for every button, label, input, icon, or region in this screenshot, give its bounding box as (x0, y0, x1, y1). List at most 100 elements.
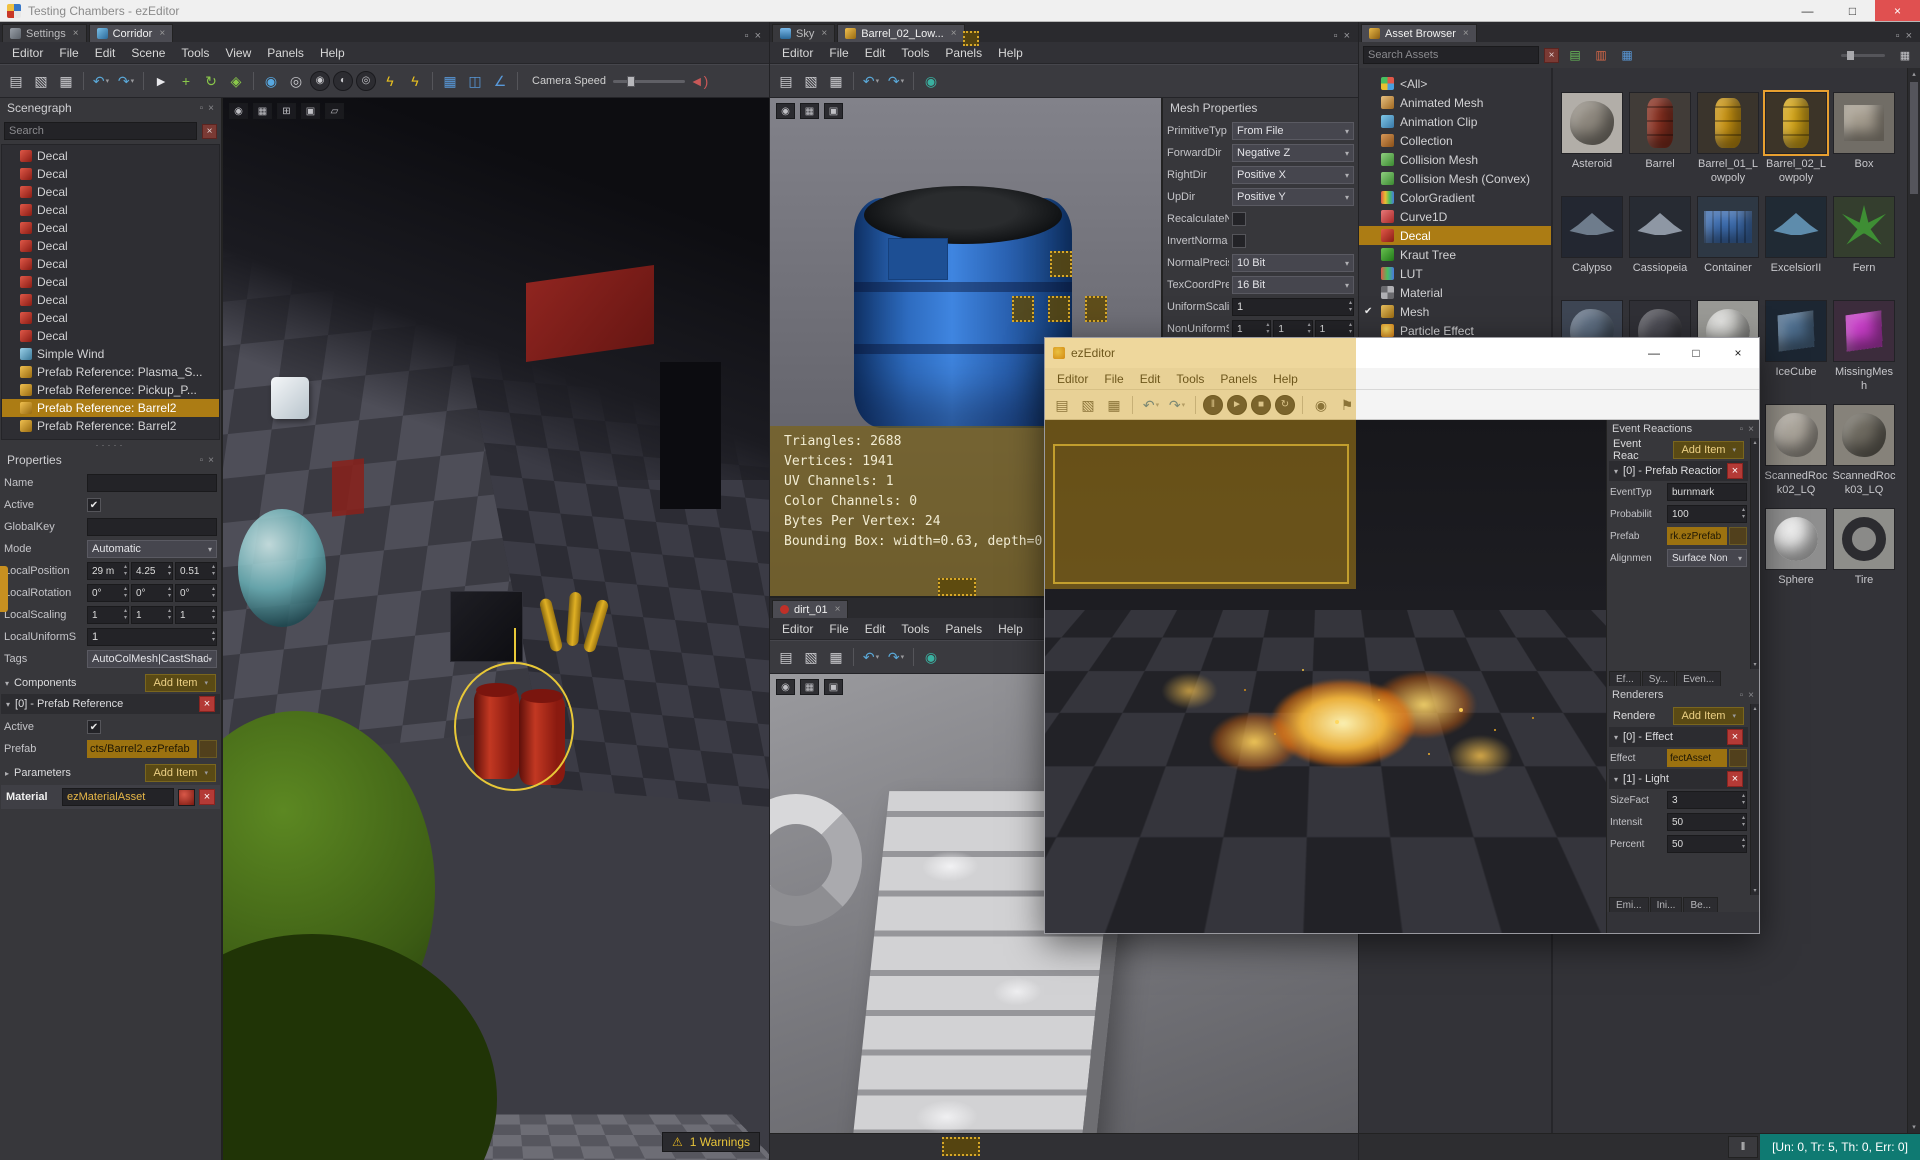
menu-view[interactable]: View (217, 42, 259, 63)
close-tab-icon[interactable]: × (835, 604, 841, 615)
rightdir-select[interactable]: Positive X ▾ (1232, 166, 1354, 184)
menu-edit[interactable]: Edit (1132, 368, 1169, 389)
redo-icon[interactable]: ↷ ▾ (885, 69, 907, 93)
close-icon[interactable]: × (1906, 30, 1912, 42)
spinner-arrows[interactable]: ▴ ▾ (1742, 507, 1745, 521)
tab-dirt-01[interactable]: dirt_01 × (772, 600, 849, 618)
mode-select[interactable]: Automatic ▾ (87, 540, 217, 558)
panel-tab-sy[interactable]: Sy... (1641, 671, 1676, 686)
updir-select[interactable]: Positive Y ▾ (1232, 188, 1354, 206)
sizefact-input[interactable]: 3 ▴ ▾ (1667, 791, 1747, 809)
spinner-arrows[interactable]: ▴ ▾ (124, 586, 127, 600)
asset-tile-excelsiorii[interactable]: ExcelsiorII (1763, 196, 1829, 300)
prefab-browse-button[interactable] (199, 740, 217, 758)
remove-item-button[interactable]: × (1727, 729, 1743, 745)
snap-angle-icon[interactable]: ∠ (489, 69, 511, 93)
undock-icon[interactable]: ▫ (200, 455, 204, 466)
undo-icon[interactable]: ↶ ▾ (1140, 393, 1162, 417)
panel-tab-ef[interactable]: Ef... (1609, 671, 1641, 686)
undo-icon[interactable]: ↶ ▾ (860, 69, 882, 93)
asset-tile-sphere[interactable]: Sphere (1763, 508, 1829, 612)
panel-tab-even[interactable]: Even... (1676, 671, 1722, 686)
close-tab-icon[interactable]: × (1463, 28, 1469, 39)
spinner-arrows[interactable]: ▴ ▾ (1349, 322, 1352, 336)
undock-icon[interactable]: ▫ (1740, 690, 1744, 701)
scroll-up-icon[interactable]: ▴ (1908, 68, 1920, 80)
asset-type-colorgradient[interactable]: ColorGradient (1359, 188, 1551, 207)
undock-icon[interactable]: ▫ (1896, 30, 1900, 42)
scenegraph-item[interactable]: Prefab Reference: Barrel2 (2, 399, 219, 417)
nonuniforms-x-input[interactable]: 1 ▴ ▾ (1232, 320, 1272, 338)
menu-panels[interactable]: Panels (1212, 368, 1265, 389)
normalprecis-select[interactable]: 10 Bit ▾ (1232, 254, 1354, 272)
render-mode-icon[interactable]: ▣ (824, 679, 843, 695)
pause-scene-icon[interactable]: ◐ (333, 71, 353, 91)
asset-tile-missingmesh[interactable]: MissingMesh (1831, 300, 1897, 404)
minimize-button[interactable]: — (1633, 338, 1675, 368)
menu-edit[interactable]: Edit (857, 42, 894, 63)
localrotation-y-input[interactable]: 0° ▴ ▾ (131, 584, 173, 602)
collapse-icon[interactable]: ▾ (1614, 775, 1618, 784)
menu-help[interactable]: Help (990, 618, 1031, 639)
asset-tile-scannedrock02-lq[interactable]: ScannedRock02_LQ (1763, 404, 1829, 508)
collapsed-panel-tab[interactable] (0, 566, 8, 612)
new-asset-icon[interactable]: ▤ (1564, 43, 1586, 67)
panel-tab-emi[interactable]: Emi... (1609, 897, 1649, 912)
eventtyp-input[interactable]: burnmark (1667, 483, 1747, 501)
asset-type-kraut-tree[interactable]: Kraut Tree (1359, 245, 1551, 264)
renderer-group-header[interactable]: ▾ [0] - Effect × (1609, 727, 1748, 747)
asset-tile-box[interactable]: Box (1831, 92, 1897, 196)
camera-icon[interactable]: ◉ (229, 103, 248, 119)
menu-scene[interactable]: Scene (123, 42, 173, 63)
remove-material-button[interactable]: × (199, 789, 215, 805)
asset-type-lut[interactable]: LUT (1359, 264, 1551, 283)
save-document-icon[interactable]: ▦ (1103, 393, 1125, 417)
maximize-viewport-icon[interactable]: ⊞ (277, 103, 296, 119)
lightning-icon[interactable]: ϟ (379, 69, 401, 93)
new-document-icon[interactable]: ▤ (775, 69, 797, 93)
collapse-icon[interactable]: ▾ (6, 700, 10, 709)
prefab-reaction-group-header[interactable]: ▾ [0] - Prefab Reaction × (1609, 461, 1748, 481)
new-document-icon[interactable]: ▤ (1051, 393, 1073, 417)
menu-help[interactable]: Help (312, 42, 353, 63)
remove-item-button[interactable]: × (1727, 463, 1743, 479)
close-icon[interactable]: × (755, 30, 761, 42)
grid-toggle-icon[interactable]: ▦ (253, 103, 272, 119)
open-document-icon[interactable]: ▧ (1077, 393, 1099, 417)
alignmen-select[interactable]: Surface Non ▾ (1667, 549, 1747, 567)
slider-thumb[interactable] (1847, 50, 1854, 60)
restart-simulation-icon[interactable]: ↻ (1275, 394, 1295, 415)
close-icon[interactable]: × (208, 455, 214, 466)
menu-edit[interactable]: Edit (87, 42, 124, 63)
camera-speed-slider[interactable] (613, 75, 685, 87)
globe-icon[interactable]: ◉ (920, 69, 942, 93)
asset-grid-scrollbar[interactable]: ▴ ▾ (1907, 68, 1920, 1133)
menu-editor[interactable]: Editor (4, 42, 51, 63)
spinner-arrows[interactable]: ▴ ▾ (1266, 322, 1269, 336)
tab-sky[interactable]: Sky × (772, 24, 836, 42)
panel-tab-be[interactable]: Be... (1683, 897, 1719, 912)
grid-view-icon[interactable]: ▦ (1894, 43, 1916, 67)
menu-tools[interactable]: Tools (1168, 368, 1212, 389)
renderer-group-header[interactable]: ▾ [1] - Light × (1609, 769, 1748, 789)
collapse-icon[interactable]: ▾ (5, 679, 9, 688)
localscaling-z-input[interactable]: 1 ▴ ▾ (175, 606, 217, 624)
asset-type-collection[interactable]: Collection (1359, 131, 1551, 150)
texcoordpre-select[interactable]: 16 Bit ▾ (1232, 276, 1354, 294)
scenegraph-item[interactable]: Decal (2, 201, 219, 219)
panel-tab-ini[interactable]: Ini... (1649, 897, 1683, 912)
menu-editor[interactable]: Editor (1049, 368, 1096, 389)
open-document-icon[interactable]: ▧ (800, 645, 822, 669)
import-asset-icon[interactable]: ▥ (1590, 43, 1612, 67)
asset-type-mesh[interactable]: ✔ Mesh (1359, 302, 1551, 321)
new-document-icon[interactable]: ▤ (5, 69, 27, 93)
spinner-arrows[interactable]: ▴ ▾ (212, 564, 215, 578)
redo-icon[interactable]: ↷ ▾ (885, 645, 907, 669)
material-asset-value[interactable]: ezMaterialAsset (62, 788, 174, 806)
tab-barrel-02-low[interactable]: Barrel_02_Low... × (837, 24, 965, 42)
asset-tile-icecube[interactable]: IceCube (1763, 300, 1829, 404)
intensit-input[interactable]: 50 ▴ ▾ (1667, 813, 1747, 831)
undock-icon[interactable]: ▫ (200, 103, 204, 114)
scenegraph-item[interactable]: Prefab Reference: Plasma_S... (2, 363, 219, 381)
audio-icon[interactable]: ◄) (688, 69, 710, 93)
